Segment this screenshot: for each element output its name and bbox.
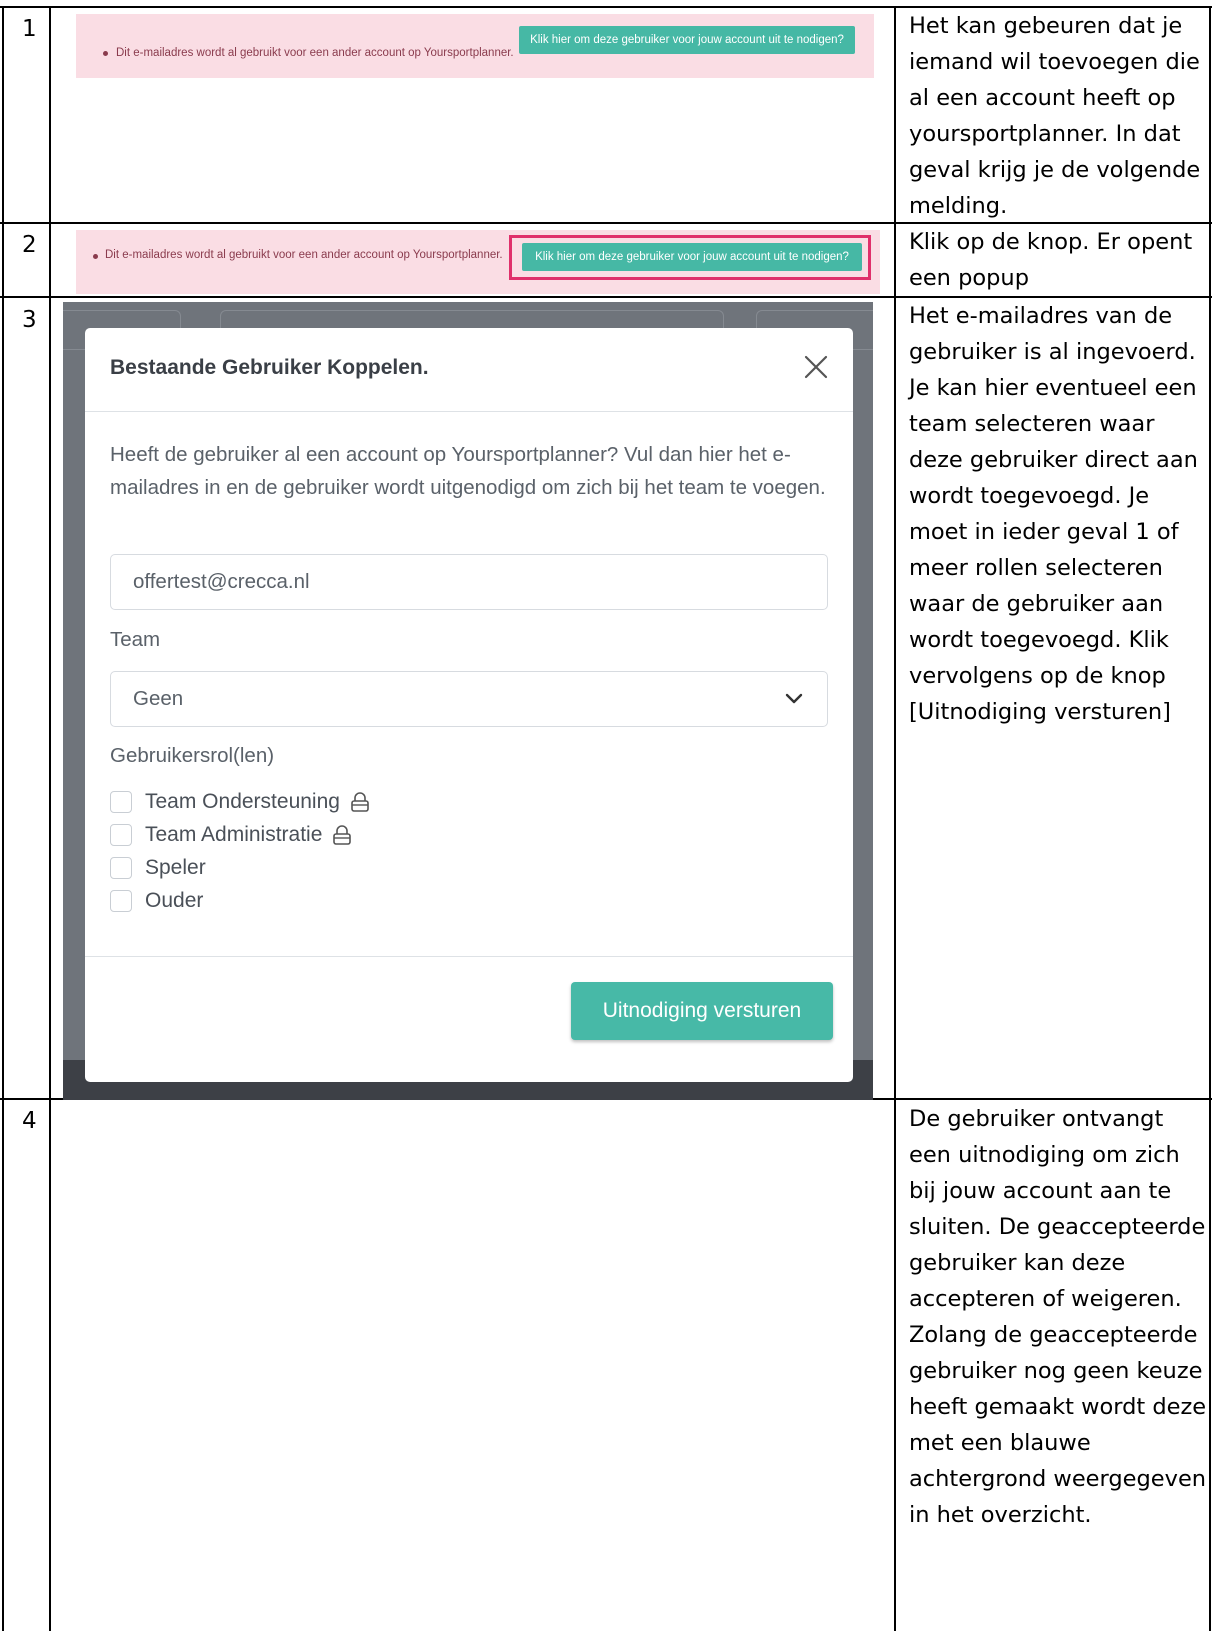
role-label: Team Administratie xyxy=(145,823,323,846)
row-number: 4 xyxy=(22,1108,37,1134)
team-label: Team xyxy=(110,628,161,651)
row-description: De gebruiker ontvangt een uitnodiging om… xyxy=(909,1106,1207,1528)
role-label: Ouder xyxy=(145,889,204,912)
role-option[interactable]: Speler xyxy=(110,855,206,881)
lock-icon xyxy=(333,825,352,845)
lock-icon xyxy=(351,792,369,812)
send-invitation-button[interactable]: Uitnodiging versturen xyxy=(571,982,833,1040)
bullet-icon xyxy=(103,51,108,56)
role-option[interactable]: Team Administratie xyxy=(110,822,352,848)
row-description: Het kan gebeuren dat je iemand wil toevo… xyxy=(909,13,1201,219)
email-field[interactable]: offertest@crecca.nl xyxy=(110,554,828,610)
modal-footer-divider xyxy=(85,956,853,957)
modal-intro-text: Heeft de gebruiker al een account op You… xyxy=(110,443,826,499)
table-border xyxy=(2,6,4,1631)
role-option[interactable]: Team Ondersteuning xyxy=(110,789,370,815)
roles-label: Gebruikersrol(len) xyxy=(110,744,275,767)
link-existing-user-modal: Bestaande Gebruiker Koppelen. Heeft de g… xyxy=(85,328,853,1082)
chevron-down-icon xyxy=(785,693,803,704)
role-label: Team Ondersteuning xyxy=(145,790,340,813)
highlight-box xyxy=(509,235,871,280)
bullet-icon xyxy=(93,254,98,259)
alert-message: Dit e-mailadres wordt al gebruikt voor e… xyxy=(116,47,514,59)
modal-title: Bestaande Gebruiker Koppelen. xyxy=(110,356,429,379)
row-number: 2 xyxy=(22,232,37,258)
error-alert: Dit e-mailadres wordt al gebruikt voor e… xyxy=(76,14,874,78)
modal-screenshot: Bestaande Gebruiker Koppelen. Heeft de g… xyxy=(63,302,873,1100)
row-number: 3 xyxy=(22,307,37,333)
table-border xyxy=(894,6,896,1631)
role-checkbox[interactable] xyxy=(110,824,132,846)
role-checkbox[interactable] xyxy=(110,857,132,879)
alert-message: Dit e-mailadres wordt al gebruikt voor e… xyxy=(105,249,503,261)
modal-header: Bestaande Gebruiker Koppelen. xyxy=(85,328,853,412)
close-icon[interactable] xyxy=(801,352,831,382)
role-label: Speler xyxy=(145,856,206,879)
role-checkbox[interactable] xyxy=(110,890,132,912)
team-select-value: Geen xyxy=(133,687,184,710)
row-number: 1 xyxy=(22,16,37,42)
instruction-table: 1 Dit e-mailadres wordt al gebruikt voor… xyxy=(0,0,1212,1631)
row-description: Klik op de knop. Er opent een popup xyxy=(909,229,1193,291)
team-select[interactable]: Geen xyxy=(110,671,828,727)
row-description: Het e-mailadres van de gebruiker is al i… xyxy=(909,303,1198,725)
table-border xyxy=(1209,6,1211,1631)
invite-existing-user-button[interactable]: Klik hier om deze gebruiker voor jouw ac… xyxy=(519,26,855,54)
role-option[interactable]: Ouder xyxy=(110,888,203,914)
table-border xyxy=(49,6,51,1631)
role-checkbox[interactable] xyxy=(110,791,132,813)
